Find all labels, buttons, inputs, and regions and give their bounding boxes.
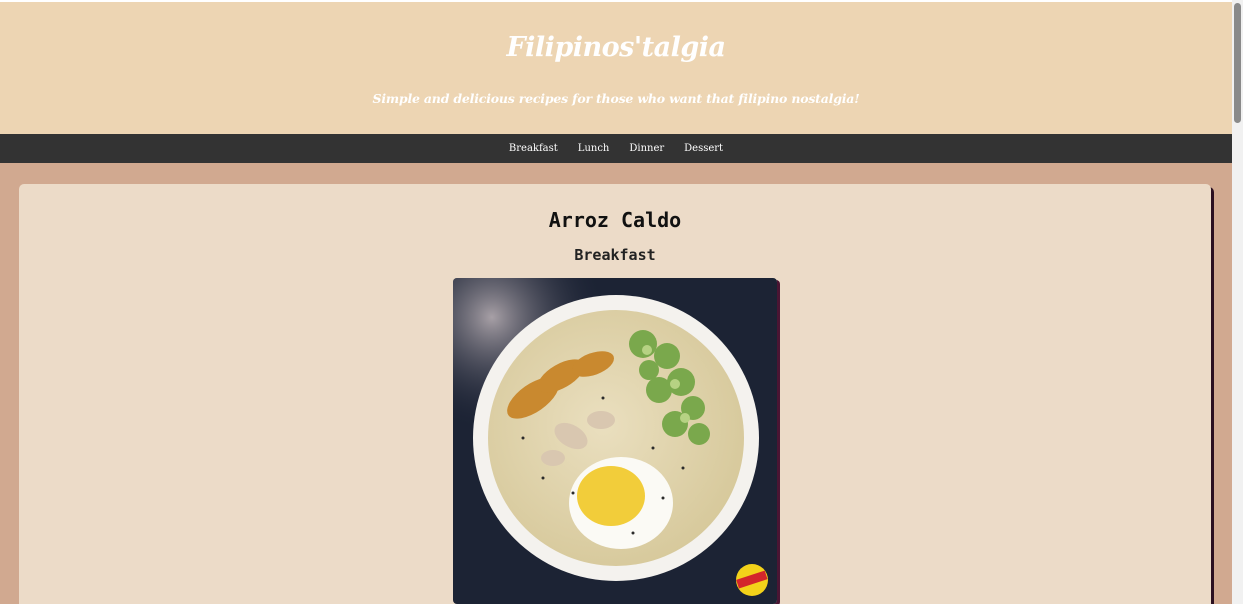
recipe-card: Arroz Caldo Breakfast <box>19 184 1211 604</box>
nav-link-breakfast[interactable]: Breakfast <box>509 143 558 154</box>
recipe-category: Breakfast <box>574 246 656 264</box>
arroz-caldo-image <box>453 278 777 604</box>
recipe-photo <box>453 278 777 604</box>
recipe-title: Arroz Caldo <box>548 208 682 232</box>
site-header: Filipinos'talgia Simple and delicious re… <box>0 0 1232 134</box>
site-title: Filipinos'talgia <box>506 32 726 63</box>
nav-link-dessert[interactable]: Dessert <box>684 143 723 154</box>
nav-bar: Breakfast Lunch Dinner Dessert <box>0 134 1232 163</box>
scrollbar-thumb[interactable] <box>1234 3 1241 123</box>
nav-link-lunch[interactable]: Lunch <box>578 143 610 154</box>
site-tagline: Simple and delicious recipes for those w… <box>372 91 860 106</box>
nav-link-dinner[interactable]: Dinner <box>629 143 664 154</box>
scrollbar[interactable] <box>1232 0 1243 604</box>
